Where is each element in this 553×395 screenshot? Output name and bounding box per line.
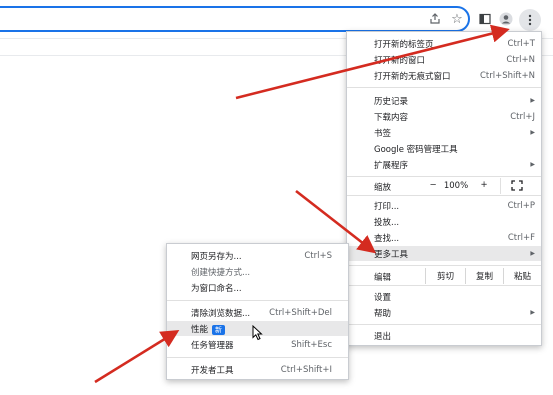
arrow-to-more-tools <box>295 189 377 254</box>
arrow-to-menu-button <box>235 24 510 100</box>
annotation-arrows <box>94 24 510 384</box>
arrow-to-performance <box>94 329 180 384</box>
